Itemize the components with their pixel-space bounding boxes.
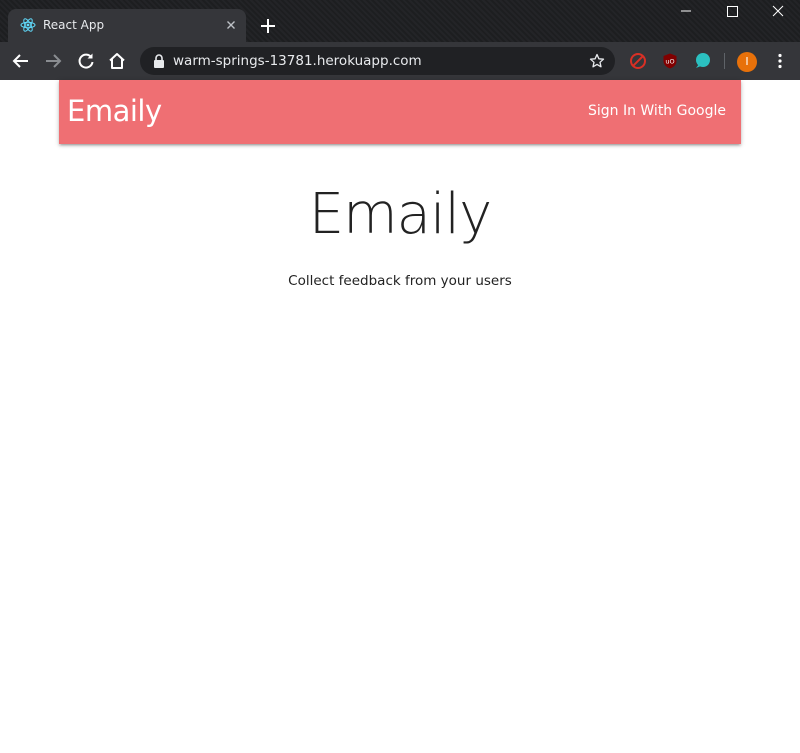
minimize-icon[interactable] bbox=[663, 0, 709, 24]
teal-circle-icon[interactable] bbox=[693, 52, 711, 70]
browser-toolbar: warm-springs-13781.herokuapp.com uO I bbox=[0, 42, 800, 80]
brand-logo[interactable]: Emaily bbox=[67, 94, 162, 128]
browser-titlebar: React App bbox=[0, 0, 800, 42]
bookmark-star-icon[interactable] bbox=[589, 53, 605, 69]
kebab-menu-icon[interactable] bbox=[771, 52, 789, 70]
block-icon[interactable] bbox=[629, 52, 647, 70]
window-close-icon[interactable] bbox=[755, 0, 800, 24]
browser-tab[interactable]: React App bbox=[8, 9, 246, 42]
back-arrow-icon[interactable] bbox=[11, 51, 31, 71]
tab-close-icon[interactable] bbox=[223, 17, 239, 33]
url-text: warm-springs-13781.herokuapp.com bbox=[173, 53, 422, 69]
app-navbar: Emaily Sign In With Google bbox=[59, 80, 741, 144]
toolbar-divider bbox=[724, 53, 725, 69]
profile-avatar[interactable]: I bbox=[737, 52, 757, 72]
landing-subtitle: Collect feedback from your users bbox=[288, 273, 512, 289]
ublock-origin-icon[interactable]: uO bbox=[661, 52, 679, 70]
new-tab-icon[interactable] bbox=[258, 16, 278, 36]
home-icon[interactable] bbox=[107, 51, 127, 71]
address-bar[interactable]: warm-springs-13781.herokuapp.com bbox=[140, 47, 615, 75]
landing-title: Emaily bbox=[308, 182, 493, 247]
forward-arrow-icon[interactable] bbox=[43, 51, 63, 71]
lock-icon bbox=[154, 54, 164, 68]
tab-title: React App bbox=[43, 18, 105, 32]
svg-text:uO: uO bbox=[665, 58, 674, 66]
react-atom-icon bbox=[20, 18, 36, 32]
reload-icon[interactable] bbox=[76, 51, 96, 71]
sign-in-with-google-link[interactable]: Sign In With Google bbox=[588, 103, 726, 119]
maximize-icon[interactable] bbox=[709, 0, 755, 24]
page-viewport: Emaily Sign In With Google Emaily Collec… bbox=[0, 80, 800, 753]
